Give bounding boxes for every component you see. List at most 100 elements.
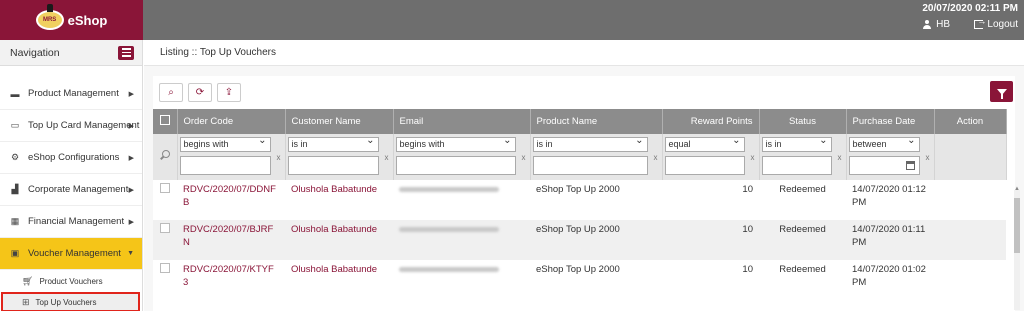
nav-header: Navigation — [0, 40, 142, 66]
filter-row: begins with x is in x begins with x — [153, 134, 1007, 180]
filter-operator-select[interactable]: begins with — [179, 137, 271, 152]
table-header-row: Order Code Customer Name Email Product N… — [153, 109, 1007, 134]
clear-filter-icon[interactable]: x — [751, 153, 755, 162]
reward-points: 10 — [662, 220, 759, 260]
order-code[interactable]: RDVC/2020/07/BJRFN — [177, 220, 285, 260]
email-cell — [393, 260, 530, 300]
scrollbar-thumb[interactable] — [1014, 198, 1020, 253]
filter-value-input[interactable] — [287, 156, 379, 175]
search-button[interactable]: ⌕ — [159, 83, 183, 102]
caret-right-icon: ▶ — [128, 122, 134, 130]
filter-operator-select[interactable]: is in — [287, 137, 379, 152]
customer-name[interactable]: Olushola Babatunde — [285, 180, 393, 220]
export-button[interactable]: ⇪ — [217, 83, 241, 102]
filter-cell: begins with x — [393, 134, 531, 180]
select-all-checkbox[interactable] — [159, 115, 170, 125]
column-header-purchase-date[interactable]: Purchase Date — [846, 109, 935, 134]
customer-name[interactable]: Olushola Babatunde — [285, 220, 393, 260]
filter-operator-select[interactable]: between — [848, 137, 920, 152]
action-cell — [934, 260, 1006, 300]
nav-title: Navigation — [10, 46, 60, 59]
sidebar-item-corporate-management[interactable]: ▟ Corporate Management ▶ — [0, 174, 142, 206]
filter-value-input[interactable] — [179, 156, 271, 175]
listing-panel: ⌕ ⟳ ⇪ Order Code Customer Name Email Pro… — [153, 76, 1015, 311]
filter-cell: is in x — [285, 134, 394, 180]
status-cell: Redeemed — [759, 220, 846, 260]
column-header-reward-points[interactable]: Reward Points — [662, 109, 760, 134]
logo-badge: MRS — [35, 4, 64, 30]
export-icon: ⇪ — [224, 87, 234, 98]
reward-points: 10 — [662, 260, 759, 300]
box-icon: ▬ — [10, 88, 20, 99]
column-header-email[interactable]: Email — [393, 109, 531, 134]
breadcrumb: Listing :: Top Up Vouchers — [144, 40, 1024, 66]
action-cell — [934, 180, 1006, 220]
clear-filter-icon[interactable]: x — [838, 153, 842, 162]
table-row[interactable]: RDVC/2020/07/DDNFB Olushola Babatunde eS… — [153, 180, 1006, 220]
column-header-status[interactable]: Status — [759, 109, 847, 134]
filter-operator-select[interactable]: is in — [761, 137, 832, 152]
sidebar-item-product-management[interactable]: ▬ Product Management ▶ — [0, 78, 142, 110]
filter-operator-select[interactable]: is in — [532, 137, 648, 152]
filter-date-input[interactable] — [848, 156, 920, 175]
order-code[interactable]: RDVC/2020/07/KTYF3 — [177, 260, 285, 300]
table-row[interactable]: RDVC/2020/07/KTYF3 Olushola Babatunde eS… — [153, 260, 1006, 300]
filter-cell: between x — [846, 134, 935, 180]
purchase-date: 14/07/2020 01:11 PM — [846, 220, 934, 260]
sidebar-item-voucher-management[interactable]: ▣ Voucher Management ▼ — [0, 238, 142, 270]
calendar-icon[interactable] — [905, 161, 915, 170]
status-cell: Redeemed — [759, 180, 846, 220]
filter-cell: is in x — [759, 134, 847, 180]
row-select-cell — [153, 220, 177, 260]
sidebar-item-financial-management[interactable]: ▦ Financial Management ▶ — [0, 206, 142, 238]
column-header-order-code[interactable]: Order Code — [177, 109, 286, 134]
table-row[interactable]: RDVC/2020/07/BJRFN Olushola Babatunde eS… — [153, 220, 1006, 260]
clear-filter-icon[interactable]: x — [385, 153, 389, 162]
logout-label: Logout — [987, 19, 1018, 30]
filter-operator-select[interactable]: begins with — [395, 137, 516, 152]
column-header-product-name[interactable]: Product Name — [530, 109, 663, 134]
column-header-customer-name[interactable]: Customer Name — [285, 109, 394, 134]
sidebar-item-label: Voucher Management — [28, 248, 121, 259]
refresh-button[interactable]: ⟳ — [188, 83, 212, 102]
sidebar-subitem-top-up-vouchers[interactable]: ⊞ Top Up Vouchers — [1, 292, 140, 311]
filter-value-input[interactable] — [532, 156, 648, 175]
filter-value-input[interactable] — [395, 156, 516, 175]
sidebar-item-eshop-configurations[interactable]: ⚙ eShop Configurations ▶ — [0, 142, 142, 174]
sidebar-item-label: eShop Configurations — [28, 152, 120, 163]
gift-icon: ⊞ — [22, 296, 30, 307]
filter-value-input[interactable] — [761, 156, 832, 175]
clear-filter-icon[interactable]: x — [277, 153, 281, 162]
order-code[interactable]: RDVC/2020/07/DDNFB — [177, 180, 285, 220]
cart-icon: 🛒︎ — [22, 275, 34, 286]
sidebar-item-top-up-card-management[interactable]: ▭ Top Up Card Management ▶ — [0, 110, 142, 142]
menu-toggle-button[interactable] — [118, 45, 134, 60]
clear-filter-icon[interactable]: x — [654, 153, 658, 162]
row-checkbox[interactable] — [160, 223, 170, 233]
filter-operator-select[interactable]: equal — [664, 137, 745, 152]
row-checkbox[interactable] — [160, 183, 170, 193]
card-icon: ▭ — [10, 120, 20, 130]
sidebar-subitem-label: Product Vouchers — [39, 276, 103, 286]
customer-name[interactable]: Olushola Babatunde — [285, 260, 393, 300]
filter-cell: equal x — [662, 134, 760, 180]
sidebar-subitem-product-vouchers[interactable]: 🛒︎ Product Vouchers — [0, 270, 142, 292]
logo[interactable]: MRS eShop — [0, 0, 143, 40]
product-name: eShop Top Up 2000 — [530, 180, 662, 220]
refresh-icon: ⟳ — [195, 87, 205, 98]
clear-filter-icon[interactable]: x — [926, 153, 930, 162]
caret-right-icon: ▶ — [128, 186, 134, 194]
filter-value-input[interactable] — [664, 156, 745, 175]
user-menu[interactable]: HB — [922, 19, 950, 30]
clear-filter-icon[interactable]: x — [522, 153, 526, 162]
filter-cell — [153, 134, 178, 180]
vouchers-table: Order Code Customer Name Email Product N… — [153, 109, 1007, 300]
logout-button[interactable]: Logout — [974, 16, 1018, 30]
email-cell — [393, 220, 530, 260]
funnel-icon — [996, 88, 1007, 99]
row-checkbox[interactable] — [160, 263, 170, 273]
grid-icon: ▦ — [10, 216, 20, 226]
vertical-scrollbar[interactable] — [1014, 190, 1020, 310]
sidebar-item-label: Financial Management — [28, 216, 125, 227]
filter-button[interactable] — [990, 81, 1013, 102]
